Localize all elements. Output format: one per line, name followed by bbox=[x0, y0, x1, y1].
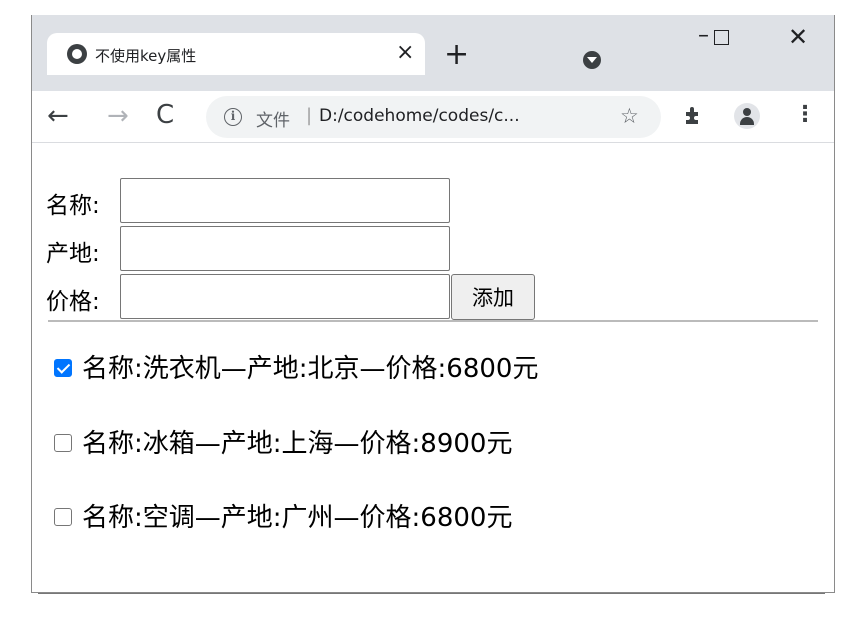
window-bottom-edge bbox=[38, 593, 825, 594]
avatar-head bbox=[743, 108, 751, 116]
profile-avatar-icon[interactable] bbox=[734, 103, 760, 129]
info-icon[interactable]: i bbox=[224, 108, 242, 126]
more-menu-icon[interactable]: ⋮ bbox=[794, 102, 816, 127]
maximize-button[interactable] bbox=[714, 30, 729, 45]
divider bbox=[48, 320, 818, 322]
reload-button[interactable]: C bbox=[156, 100, 174, 130]
page-content: 名称: 产地: 价格: 添加 名称:洗衣机—产地:北京—价格:6800元 名称:… bbox=[32, 144, 834, 592]
url-text[interactable]: D:/codehome/codes/c... bbox=[319, 106, 520, 126]
tab-close-icon[interactable]: × bbox=[396, 39, 414, 67]
back-button[interactable]: ← bbox=[47, 101, 69, 131]
browser-window: 不使用key属性 × + – ✕ ← → C i 文件 | D:/codehom… bbox=[31, 15, 835, 593]
add-button[interactable]: 添加 bbox=[451, 274, 535, 320]
origin-input[interactable] bbox=[120, 226, 450, 271]
tab-active[interactable]: 不使用key属性 × bbox=[47, 33, 425, 75]
item-checkbox[interactable] bbox=[54, 434, 72, 452]
extensions-puzzle-icon[interactable] bbox=[683, 104, 705, 126]
bookmark-star-icon[interactable]: ☆ bbox=[620, 104, 639, 128]
forward-button[interactable]: → bbox=[107, 101, 129, 131]
avatar-body bbox=[740, 117, 754, 125]
price-input[interactable] bbox=[120, 274, 450, 319]
address-bar[interactable]: i 文件 | D:/codehome/codes/c... ☆ bbox=[206, 96, 661, 138]
name-input[interactable] bbox=[120, 178, 450, 223]
item-text: 名称:冰箱—产地:上海—价格:8900元 bbox=[82, 429, 513, 459]
url-separator: | bbox=[306, 105, 313, 126]
item-text: 名称:洗衣机—产地:北京—价格:6800元 bbox=[82, 354, 539, 384]
browser-toolbar: ← → C i 文件 | D:/codehome/codes/c... ☆ ⋮ bbox=[32, 91, 834, 143]
tab-title: 不使用key属性 bbox=[95, 47, 197, 65]
globe-icon bbox=[67, 44, 87, 64]
minimize-button[interactable]: – bbox=[698, 23, 709, 48]
name-label: 名称: bbox=[46, 193, 100, 219]
tab-search-icon[interactable] bbox=[583, 51, 601, 69]
file-label: 文件 bbox=[256, 111, 290, 131]
new-tab-button[interactable]: + bbox=[444, 40, 469, 70]
item-checkbox[interactable] bbox=[54, 508, 72, 526]
tab-strip: 不使用key属性 × + – ✕ bbox=[32, 15, 834, 101]
origin-label: 产地: bbox=[46, 241, 100, 267]
item-text: 名称:空调—产地:广州—价格:6800元 bbox=[82, 503, 513, 533]
item-checkbox[interactable] bbox=[54, 359, 72, 377]
price-label: 价格: bbox=[46, 289, 100, 315]
close-window-button[interactable]: ✕ bbox=[788, 23, 808, 51]
